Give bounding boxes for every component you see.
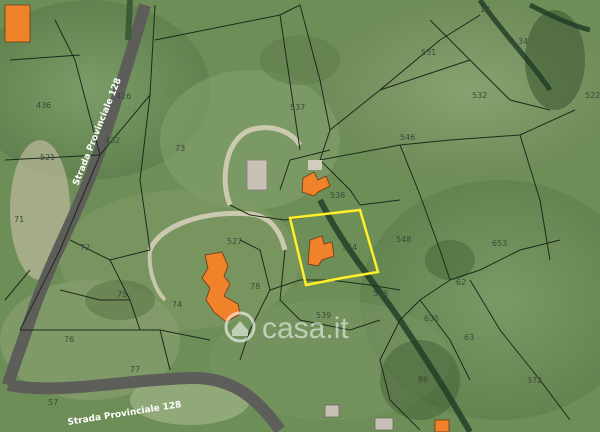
map-view[interactable]: 436 426 537 531 532 34 13 546 522 73 538…	[0, 0, 600, 432]
parcel-label: 86	[418, 375, 428, 384]
watermark-text: casa.it	[262, 312, 349, 345]
parcel-label: 546	[400, 133, 415, 142]
parcel-label: 436	[36, 101, 51, 110]
parcel-label: 77	[130, 365, 140, 374]
parcel-label: 62	[456, 278, 466, 287]
parcel-label: 548	[396, 235, 411, 244]
parcel-label: 527	[227, 237, 242, 246]
parcel-label: 537	[290, 103, 305, 112]
building-roof	[246, 159, 268, 191]
parcel-label: 635	[424, 314, 439, 323]
parcel-label: 432	[105, 136, 120, 145]
parcel-label: 538	[330, 191, 345, 200]
parcel-label: 57	[48, 398, 58, 407]
parcel-label: 74	[172, 300, 182, 309]
parcel-label: 532	[472, 91, 487, 100]
parcel-label: 653	[492, 239, 507, 248]
parcel-label: 531	[421, 48, 436, 57]
parcel-label: 71	[14, 215, 24, 224]
parcel-label: 372	[527, 376, 542, 385]
parcel-label: 72	[80, 243, 90, 252]
parcel-label: 78	[250, 282, 260, 291]
parcel-label: 73	[175, 144, 185, 153]
parcel-label: 63	[464, 333, 474, 342]
parcel-label: 544	[342, 243, 357, 252]
parcel-label: 566	[373, 289, 388, 298]
parcel-label: 75	[117, 290, 127, 299]
parcel-label: 13	[480, 5, 490, 14]
parcel-label: 522	[585, 91, 600, 100]
cadastral-satellite-map: 436 426 537 531 532 34 13 546 522 73 538…	[0, 0, 600, 432]
parcel-label: 34	[518, 37, 528, 46]
parcel-label: 521	[40, 153, 55, 162]
parcel-label: 76	[64, 335, 74, 344]
